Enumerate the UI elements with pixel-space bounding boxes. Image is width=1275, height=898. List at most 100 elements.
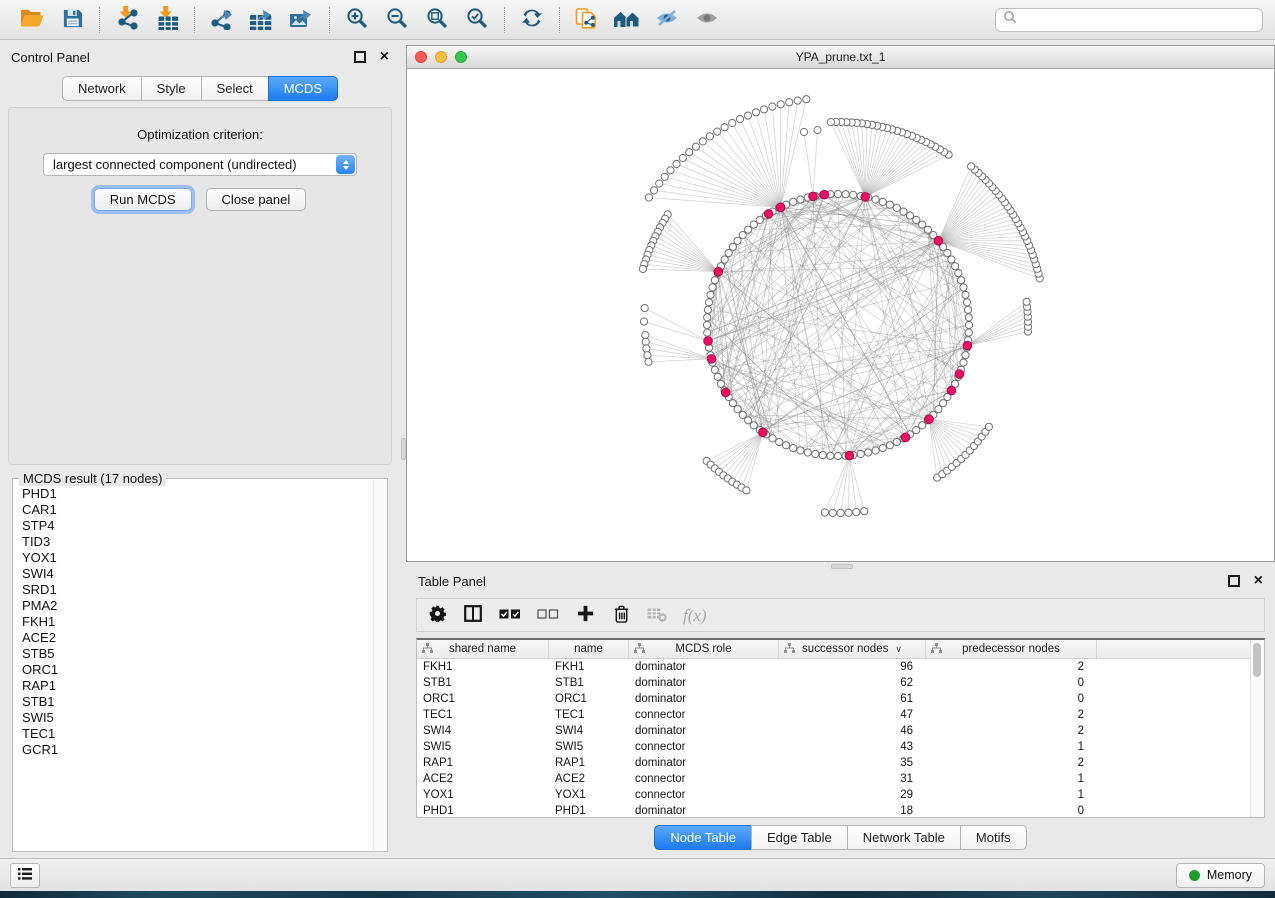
graph-node[interactable]	[750, 422, 757, 429]
delete-column-button[interactable]	[611, 603, 631, 627]
graph-node[interactable]	[804, 449, 811, 456]
mcds-result-item[interactable]: SWI4	[22, 566, 373, 582]
graph-node[interactable]	[827, 452, 834, 459]
graph-edge[interactable]	[728, 432, 763, 478]
table-cell[interactable]: dominator	[629, 755, 779, 771]
graph-edge[interactable]	[967, 307, 1027, 346]
graph-edge[interactable]	[689, 152, 780, 207]
table-cell[interactable]: FKH1	[417, 659, 549, 675]
graph-edge[interactable]	[967, 312, 1027, 346]
graph-node[interactable]	[641, 305, 648, 312]
graph-node[interactable]	[644, 352, 651, 359]
graph-hub-node[interactable]	[845, 451, 854, 460]
mcds-result-item[interactable]: PMA2	[22, 598, 373, 614]
graph-node[interactable]	[769, 103, 776, 110]
table-row[interactable]: STB1STB1dominator620	[417, 675, 1264, 691]
task-history-button[interactable]	[10, 863, 40, 888]
graph-node[interactable]	[786, 99, 793, 106]
graph-node[interactable]	[850, 191, 857, 198]
float-panel-icon[interactable]	[354, 51, 366, 63]
graph-edge[interactable]	[865, 144, 931, 197]
graph-node[interactable]	[960, 359, 967, 366]
graph-edge[interactable]	[743, 235, 939, 409]
graph-node[interactable]	[821, 509, 828, 516]
chevron-down-icon[interactable]: ∨	[895, 644, 902, 655]
memory-button[interactable]: Memory	[1176, 863, 1265, 888]
graph-node[interactable]	[721, 124, 728, 131]
table-cell[interactable]: ACE2	[549, 771, 629, 787]
graph-node[interactable]	[744, 112, 751, 119]
table-cell[interactable]: 2	[926, 659, 1097, 675]
graph-node[interactable]	[913, 427, 920, 434]
save-button[interactable]	[52, 4, 92, 36]
table-cell[interactable]: 1	[926, 739, 1097, 755]
graph-node[interactable]	[834, 190, 841, 197]
mcds-result-item[interactable]: SWI5	[22, 710, 373, 726]
table-cell[interactable]: dominator	[629, 723, 779, 739]
graph-node[interactable]	[857, 450, 864, 457]
graph-hub-node[interactable]	[925, 415, 934, 424]
graph-edge[interactable]	[813, 130, 818, 196]
graph-node[interactable]	[711, 366, 718, 373]
graph-edge[interactable]	[831, 122, 865, 197]
table-row[interactable]: TEC1TEC1connector472	[417, 707, 1264, 723]
graph-node[interactable]	[639, 265, 646, 272]
vertical-splitter[interactable]	[400, 40, 406, 858]
graph-node[interactable]	[704, 314, 711, 321]
graph-node[interactable]	[776, 439, 783, 446]
graph-node[interactable]	[812, 450, 819, 457]
graph-edge[interactable]	[710, 136, 781, 207]
graph-node[interactable]	[965, 306, 972, 313]
graph-node[interactable]	[958, 277, 965, 284]
graph-node[interactable]	[642, 332, 649, 339]
graph-node[interactable]	[699, 138, 706, 145]
graph-node[interactable]	[800, 128, 807, 135]
graph-edge[interactable]	[649, 359, 712, 362]
table-cell[interactable]: 31	[779, 771, 926, 787]
graph-node[interactable]	[886, 442, 893, 449]
table-cell[interactable]: ORC1	[549, 691, 629, 707]
graph-node[interactable]	[717, 380, 724, 387]
graph-node[interactable]	[673, 160, 680, 167]
graph-edge[interactable]	[967, 317, 1027, 346]
graph-node[interactable]	[790, 198, 797, 205]
table-cell[interactable]: connector	[629, 739, 779, 755]
table-cell[interactable]: dominator	[629, 691, 779, 707]
graph-edge[interactable]	[849, 456, 856, 513]
graph-hub-node[interactable]	[901, 433, 910, 442]
graph-node[interactable]	[790, 445, 797, 452]
graph-hub-node[interactable]	[861, 193, 870, 202]
mcds-result-list[interactable]: PHD1CAR1STP4TID3YOX1SWI4SRD1PMA2FKH1ACE2…	[14, 480, 373, 850]
graph-node[interactable]	[707, 291, 714, 298]
graph-node[interactable]	[645, 194, 652, 201]
mcds-result-item[interactable]: ACE2	[22, 630, 373, 646]
graph-node[interactable]	[963, 299, 970, 306]
graph-node[interactable]	[965, 329, 972, 336]
column-header-name[interactable]: name	[549, 640, 629, 658]
graph-edge[interactable]	[721, 266, 906, 437]
table-cell[interactable]: 61	[779, 691, 926, 707]
graph-node[interactable]	[692, 143, 699, 150]
graph-node[interactable]	[797, 196, 804, 203]
graph-edge[interactable]	[967, 327, 1028, 346]
graph-node[interactable]	[756, 216, 763, 223]
table-cell[interactable]: 47	[779, 707, 926, 723]
table-cell[interactable]: 43	[779, 739, 926, 755]
export-network-button[interactable]	[202, 4, 242, 36]
graph-edge[interactable]	[719, 432, 763, 472]
graph-edge[interactable]	[841, 456, 850, 514]
graph-hub-node[interactable]	[764, 210, 773, 219]
table-row[interactable]: SWI5SWI5connector431	[417, 739, 1264, 755]
select-all-button[interactable]	[499, 603, 521, 627]
mcds-result-item[interactable]: CAR1	[22, 502, 373, 518]
graph-node[interactable]	[752, 109, 759, 116]
table-cell[interactable]: dominator	[629, 803, 779, 818]
graph-node[interactable]	[1023, 298, 1030, 305]
graph-node[interactable]	[829, 509, 836, 516]
network-graph[interactable]	[407, 69, 1274, 561]
graph-node[interactable]	[935, 406, 942, 413]
graph-node[interactable]	[645, 358, 652, 365]
graph-edge[interactable]	[781, 99, 807, 207]
tab-mcds[interactable]: MCDS	[268, 76, 338, 101]
function-builder-button[interactable]: f(x)	[683, 603, 707, 627]
